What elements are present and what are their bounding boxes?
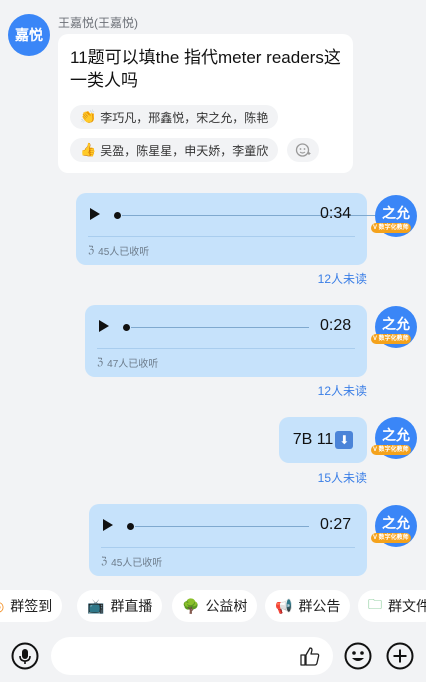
listened-text: 47人已收听 (107, 359, 159, 370)
quick-action-label: 群文件 (388, 598, 426, 614)
message-input[interactable] (51, 637, 333, 675)
teacher-badge: V 数字化教师 (371, 223, 411, 233)
download-icon: ⬇ (335, 431, 354, 449)
teacher-badge: V 数字化教师 (371, 533, 411, 543)
sender-name: 王嘉悦(王嘉悦) (58, 16, 138, 30)
quick-action-label: 公益树 (205, 598, 248, 614)
reaction-clap[interactable]: 👏 李巧凡，邢鑫悦，宋之允，陈艳 (70, 105, 279, 129)
divider (88, 236, 355, 237)
incoming-message-card[interactable]: 11题可以填the 指代meter readers这一类人吗 👏 李巧凡，邢鑫悦… (58, 34, 353, 173)
progress-dot[interactable] (114, 212, 121, 219)
thumbs-up-icon[interactable] (299, 646, 321, 666)
quick-action-checkin[interactable]: ◎ 群签到 (0, 590, 63, 622)
unread-count[interactable]: 12人未读 (260, 382, 367, 399)
emoji-icon[interactable] (344, 642, 372, 670)
play-icon[interactable] (103, 519, 113, 531)
quick-action-announcement[interactable]: 📢 群公告 (265, 590, 351, 622)
self-avatar-text: 之允 (382, 205, 410, 221)
ear-icon: ℨ (88, 245, 95, 256)
voice-duration: 0:27 (320, 516, 352, 533)
sender-avatar-text: 嘉悦 (15, 27, 43, 43)
self-avatar[interactable]: 之允 V 数字化教师 (371, 195, 417, 237)
outgoing-text-message[interactable]: 7B 11 ⬇ (279, 417, 367, 463)
self-avatar-text: 之允 (382, 427, 410, 443)
reaction-users: 吴盈，陈星星，申天娇，李童欣 (100, 143, 269, 158)
quick-action-label: 群公告 (298, 598, 341, 614)
microphone-icon[interactable] (11, 642, 39, 670)
quick-action-files[interactable]: 🗀 群文件 (358, 590, 426, 622)
listened-count: ℨ 45人已收听 (88, 243, 149, 258)
sender-avatar[interactable]: 嘉悦 (8, 14, 50, 56)
folder-icon: 🗀 (368, 596, 382, 612)
quick-action-tree[interactable]: 🌳 公益树 (172, 590, 258, 622)
self-avatar[interactable]: 之允 V 数字化教师 (371, 417, 417, 459)
progress-dot[interactable] (123, 324, 130, 331)
thumbs-up-icon: 👍 (80, 142, 97, 157)
composer-bar (0, 630, 426, 682)
reaction-thumbs-up[interactable]: 👍 吴盈，陈星星，申天娇，李童欣 (70, 138, 279, 162)
divider (101, 547, 355, 548)
quick-action-label: 群签到 (10, 598, 53, 614)
self-avatar[interactable]: 之允 V 数字化教师 (371, 306, 417, 348)
quick-action-live[interactable]: 📺 群直播 (77, 590, 163, 622)
teacher-badge: V 数字化教师 (371, 334, 411, 344)
quick-actions-bar: ◎ 群签到 📺 群直播 🌳 公益树 📢 群公告 🗀 群文件 (0, 590, 426, 624)
ear-icon: ℨ (101, 556, 108, 567)
reaction-users: 李巧凡，邢鑫悦，宋之允，陈艳 (100, 110, 269, 125)
megaphone-icon: 📢 (275, 597, 293, 614)
listened-text: 45人已收听 (111, 558, 163, 569)
progress-track[interactable] (135, 526, 309, 527)
play-icon[interactable] (99, 320, 109, 332)
add-reaction-button[interactable] (287, 138, 319, 162)
voice-message[interactable]: 0:27 ℨ 45人已收听 (89, 504, 367, 576)
quick-action-label: 群直播 (110, 598, 153, 614)
unread-count[interactable]: 15人未读 (260, 469, 367, 486)
listened-count: ℨ 47人已收听 (97, 355, 158, 370)
listened-text: 45人已收听 (98, 247, 150, 258)
self-avatar-text: 之允 (382, 515, 410, 531)
add-emoji-icon (295, 143, 311, 157)
checkin-icon: ◎ (0, 598, 4, 615)
self-avatar-text: 之允 (382, 316, 410, 332)
self-avatar[interactable]: 之允 V 数字化教师 (371, 505, 417, 547)
voice-duration: 0:28 (320, 317, 352, 334)
unread-count[interactable]: 12人未读 (260, 270, 367, 287)
play-icon[interactable] (90, 208, 100, 220)
teacher-badge: V 数字化教师 (371, 445, 411, 455)
progress-track[interactable] (131, 327, 309, 328)
listened-count: ℨ 45人已收听 (101, 554, 162, 569)
voice-duration: 0:34 (320, 205, 352, 222)
incoming-message-text: 11题可以填the 指代meter readers这一类人吗 (70, 48, 341, 90)
progress-dot[interactable] (127, 523, 134, 530)
message-text: 7B 11 (292, 431, 334, 448)
tree-icon: 🌳 (182, 597, 200, 614)
live-tv-icon: 📺 (87, 597, 105, 614)
voice-message[interactable]: 0:28 ℨ 47人已收听 (85, 305, 367, 377)
ear-icon: ℨ (97, 357, 104, 368)
voice-message[interactable]: 0:34 ℨ 45人已收听 (76, 193, 384, 265)
add-icon[interactable] (386, 642, 414, 670)
divider (97, 348, 355, 349)
clap-icon: 👏 (80, 109, 97, 124)
